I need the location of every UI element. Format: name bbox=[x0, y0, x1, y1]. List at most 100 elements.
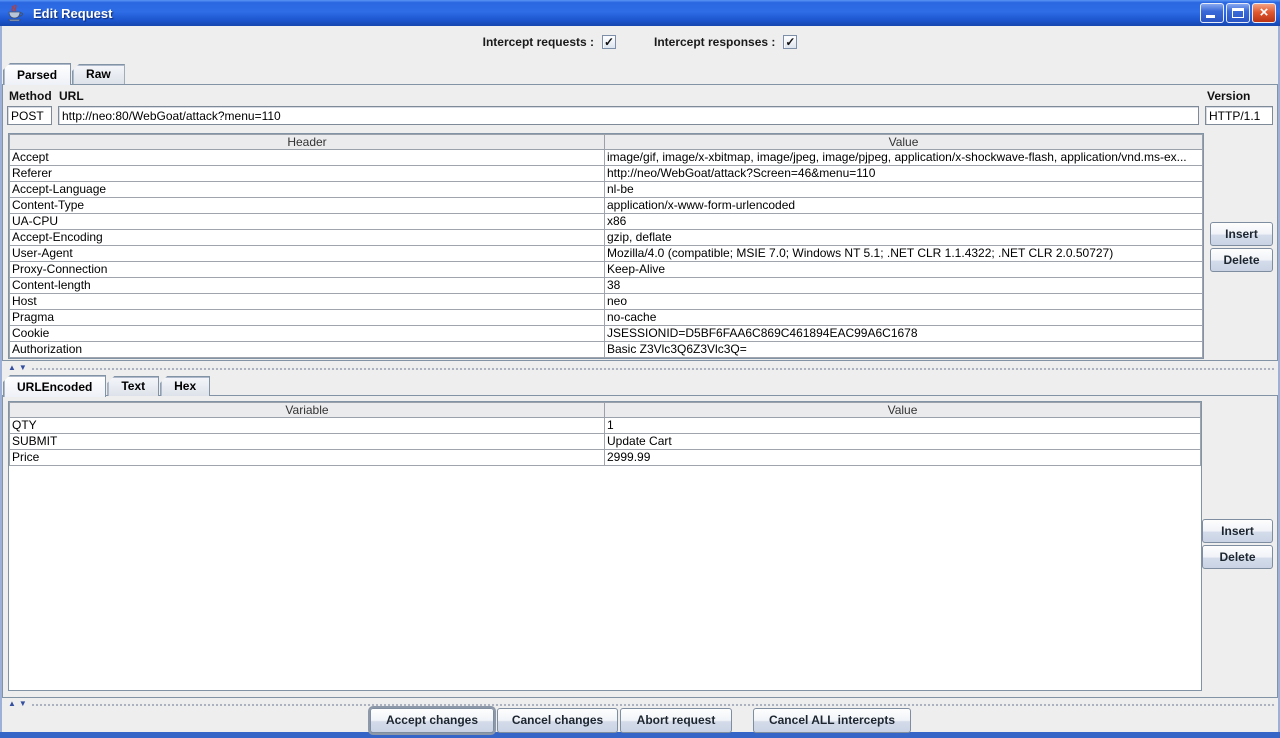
close-button[interactable]: × bbox=[1252, 3, 1276, 23]
intercept-responses-label: Intercept responses : bbox=[654, 35, 775, 49]
tab-urlencoded[interactable]: URLEncoded bbox=[3, 375, 106, 397]
divider-grip[interactable] bbox=[31, 702, 1276, 706]
divider-grip[interactable] bbox=[31, 366, 1276, 370]
table-cell[interactable]: application/x-www-form-urlencoded bbox=[605, 198, 1203, 214]
version-label: Version bbox=[1207, 89, 1250, 103]
table-row: Accept-Encodinggzip, deflate bbox=[10, 230, 1203, 246]
params-table: Variable Value QTY1SUBMITUpdate CartPric… bbox=[9, 402, 1201, 466]
table-cell[interactable]: image/gif, image/x-xbitmap, image/jpeg, … bbox=[605, 150, 1203, 166]
table-row: Hostneo bbox=[10, 294, 1203, 310]
request-tab-bar: Parsed Raw bbox=[3, 62, 126, 84]
tab-text[interactable]: Text bbox=[107, 376, 159, 396]
params-table-header-row: Variable Value bbox=[10, 403, 1201, 418]
headers-table: Header Value Acceptimage/gif, image/x-xb… bbox=[9, 134, 1203, 358]
table-cell[interactable]: 2999.99 bbox=[605, 450, 1201, 466]
split-divider-top[interactable]: ▲ ▼ bbox=[2, 362, 1278, 374]
table-cell[interactable]: nl-be bbox=[605, 182, 1203, 198]
table-cell[interactable]: 1 bbox=[605, 418, 1201, 434]
table-cell[interactable]: http://neo/WebGoat/attack?Screen=46&menu… bbox=[605, 166, 1203, 182]
table-row: AuthorizationBasic Z3Vlc3Q6Z3Vlc3Q= bbox=[10, 342, 1203, 358]
content-tab-bar: URLEncoded Text Hex bbox=[3, 374, 211, 396]
table-row: User-AgentMozilla/4.0 (compatible; MSIE … bbox=[10, 246, 1203, 262]
table-cell[interactable]: no-cache bbox=[605, 310, 1203, 326]
table-cell[interactable]: User-Agent bbox=[10, 246, 605, 262]
table-cell[interactable]: Pragma bbox=[10, 310, 605, 326]
tab-parsed[interactable]: Parsed bbox=[3, 63, 71, 85]
method-label: Method bbox=[9, 89, 52, 103]
close-icon: × bbox=[1253, 4, 1275, 22]
params-insert-button[interactable]: Insert bbox=[1202, 519, 1273, 543]
params-table-scrollpane: Variable Value QTY1SUBMITUpdate CartPric… bbox=[8, 401, 1202, 691]
table-cell[interactable]: Keep-Alive bbox=[605, 262, 1203, 278]
table-cell[interactable]: Cookie bbox=[10, 326, 605, 342]
maximize-icon bbox=[1232, 8, 1244, 18]
intercept-responses-checkbox[interactable]: ✓ bbox=[783, 35, 797, 49]
table-row: QTY1 bbox=[10, 418, 1201, 434]
window-title: Edit Request bbox=[33, 6, 112, 21]
intercept-options-row: Intercept requests : ✓ Intercept respons… bbox=[0, 31, 1280, 53]
table-row: SUBMITUpdate Cart bbox=[10, 434, 1201, 450]
table-cell[interactable]: QTY bbox=[10, 418, 605, 434]
table-row: CookieJSESSIONID=D5BF6FAA6C869C461894EAC… bbox=[10, 326, 1203, 342]
value-column-title: Value bbox=[605, 135, 1203, 150]
table-cell[interactable]: Basic Z3Vlc3Q6Z3Vlc3Q= bbox=[605, 342, 1203, 358]
tab-raw[interactable]: Raw bbox=[72, 64, 125, 84]
table-cell[interactable]: x86 bbox=[605, 214, 1203, 230]
footer-button-row: Accept changes Cancel changes Abort requ… bbox=[0, 708, 1280, 733]
url-input[interactable] bbox=[58, 106, 1199, 125]
table-cell[interactable]: Authorization bbox=[10, 342, 605, 358]
headers-delete-button[interactable]: Delete bbox=[1210, 248, 1273, 272]
java-coffee-icon bbox=[6, 4, 26, 22]
table-cell[interactable]: Price bbox=[10, 450, 605, 466]
intercept-requests-label: Intercept requests : bbox=[483, 35, 594, 49]
table-row: Content-Typeapplication/x-www-form-urlen… bbox=[10, 198, 1203, 214]
table-cell[interactable]: Referer bbox=[10, 166, 605, 182]
accept-changes-button[interactable]: Accept changes bbox=[370, 708, 494, 733]
parsed-request-panel: Method URL Version Header Value Acceptim… bbox=[2, 84, 1278, 361]
table-cell[interactable]: Accept-Encoding bbox=[10, 230, 605, 246]
table-row: Content-length38 bbox=[10, 278, 1203, 294]
split-divider-bottom[interactable]: ▲ ▼ bbox=[2, 699, 1278, 708]
tab-hex[interactable]: Hex bbox=[160, 376, 210, 396]
cancel-all-intercepts-button[interactable]: Cancel ALL intercepts bbox=[753, 708, 911, 733]
table-cell[interactable]: Proxy-Connection bbox=[10, 262, 605, 278]
headers-insert-button[interactable]: Insert bbox=[1210, 222, 1273, 246]
table-row: Acceptimage/gif, image/x-xbitmap, image/… bbox=[10, 150, 1203, 166]
divider-collapse-down-icon[interactable]: ▼ bbox=[19, 700, 27, 708]
params-delete-button[interactable]: Delete bbox=[1202, 545, 1273, 569]
intercept-requests-checkbox[interactable]: ✓ bbox=[602, 35, 616, 49]
table-cell[interactable]: Accept-Language bbox=[10, 182, 605, 198]
method-input[interactable] bbox=[7, 106, 52, 125]
table-cell[interactable]: Content-Type bbox=[10, 198, 605, 214]
version-input[interactable] bbox=[1205, 106, 1273, 125]
cancel-changes-button[interactable]: Cancel changes bbox=[497, 708, 618, 733]
urlencoded-content-panel: Variable Value QTY1SUBMITUpdate CartPric… bbox=[2, 395, 1278, 698]
table-row: Proxy-ConnectionKeep-Alive bbox=[10, 262, 1203, 278]
minimize-button[interactable] bbox=[1200, 3, 1224, 23]
value-column-title: Value bbox=[605, 403, 1201, 418]
table-cell[interactable]: JSESSIONID=D5BF6FAA6C869C461894EAC99A6C1… bbox=[605, 326, 1203, 342]
variable-column-title: Variable bbox=[10, 403, 605, 418]
table-cell[interactable]: Content-length bbox=[10, 278, 605, 294]
table-row: Accept-Languagenl-be bbox=[10, 182, 1203, 198]
maximize-button[interactable] bbox=[1226, 3, 1250, 23]
title-bar: Edit Request × bbox=[0, 0, 1280, 26]
table-cell[interactable]: Accept bbox=[10, 150, 605, 166]
table-cell[interactable]: gzip, deflate bbox=[605, 230, 1203, 246]
table-cell[interactable]: neo bbox=[605, 294, 1203, 310]
divider-collapse-up-icon[interactable]: ▲ bbox=[8, 364, 16, 372]
url-label: URL bbox=[59, 89, 84, 103]
table-cell[interactable]: UA-CPU bbox=[10, 214, 605, 230]
table-cell[interactable]: SUBMIT bbox=[10, 434, 605, 450]
headers-table-scrollpane: Header Value Acceptimage/gif, image/x-xb… bbox=[8, 133, 1204, 359]
minimize-icon bbox=[1206, 15, 1215, 18]
divider-collapse-down-icon[interactable]: ▼ bbox=[19, 364, 27, 372]
table-cell[interactable]: Host bbox=[10, 294, 605, 310]
headers-table-header-row: Header Value bbox=[10, 135, 1203, 150]
divider-collapse-up-icon[interactable]: ▲ bbox=[8, 700, 16, 708]
table-cell[interactable]: 38 bbox=[605, 278, 1203, 294]
table-cell[interactable]: Mozilla/4.0 (compatible; MSIE 7.0; Windo… bbox=[605, 246, 1203, 262]
abort-request-button[interactable]: Abort request bbox=[620, 708, 732, 733]
table-cell[interactable]: Update Cart bbox=[605, 434, 1201, 450]
table-row: Price2999.99 bbox=[10, 450, 1201, 466]
